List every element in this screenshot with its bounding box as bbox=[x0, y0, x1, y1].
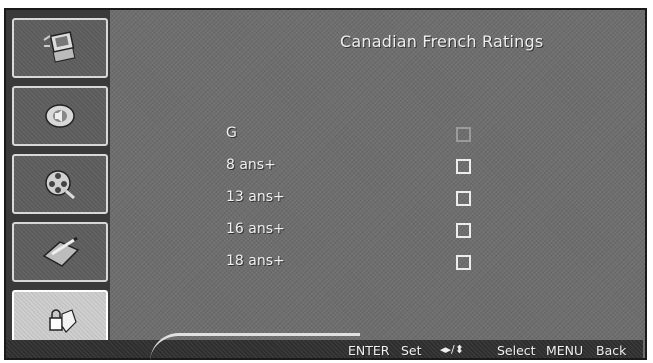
rating-label-8-ans: 8 ans+ bbox=[226, 157, 276, 173]
sidebar bbox=[6, 10, 110, 350]
rating-checkbox-13-ans[interactable] bbox=[456, 191, 471, 206]
enter-action-label: Set bbox=[401, 343, 422, 358]
rating-checkbox-8-ans[interactable] bbox=[456, 159, 471, 174]
rating-checkbox-16-ans[interactable] bbox=[456, 223, 471, 238]
setup-menu-tab[interactable] bbox=[12, 18, 108, 78]
pencil-pad-icon bbox=[42, 236, 80, 267]
rating-label-18-ans: 18 ans+ bbox=[226, 253, 285, 269]
monitor-setup-icon bbox=[43, 31, 76, 63]
film-reel-icon bbox=[45, 170, 75, 200]
menu-key-label: MENU bbox=[546, 343, 584, 358]
select-action-label: Select bbox=[497, 343, 536, 358]
tv-screen: Canadian French Ratings G 8 ans+ 13 ans+… bbox=[0, 0, 653, 363]
video-menu-tab[interactable] bbox=[12, 154, 108, 214]
menu-action-label: Back bbox=[596, 343, 627, 358]
rating-label-g: G bbox=[226, 125, 237, 141]
option-menu-tab[interactable] bbox=[12, 222, 108, 282]
speaker-icon bbox=[45, 104, 75, 128]
enter-key-label: ENTER bbox=[348, 343, 390, 358]
audio-menu-tab[interactable] bbox=[12, 86, 108, 146]
rating-label-13-ans: 13 ans+ bbox=[226, 189, 285, 205]
rating-label-16-ans: 16 ans+ bbox=[226, 221, 285, 237]
arrow-keys-icon: ◂▸/⬍ bbox=[440, 343, 464, 356]
footer-decoration bbox=[150, 333, 360, 362]
lock-hand-icon bbox=[49, 309, 77, 333]
page-title: Canadian French Ratings bbox=[340, 32, 544, 51]
rating-checkbox-18-ans[interactable] bbox=[456, 255, 471, 270]
rating-checkbox-g bbox=[456, 127, 471, 142]
